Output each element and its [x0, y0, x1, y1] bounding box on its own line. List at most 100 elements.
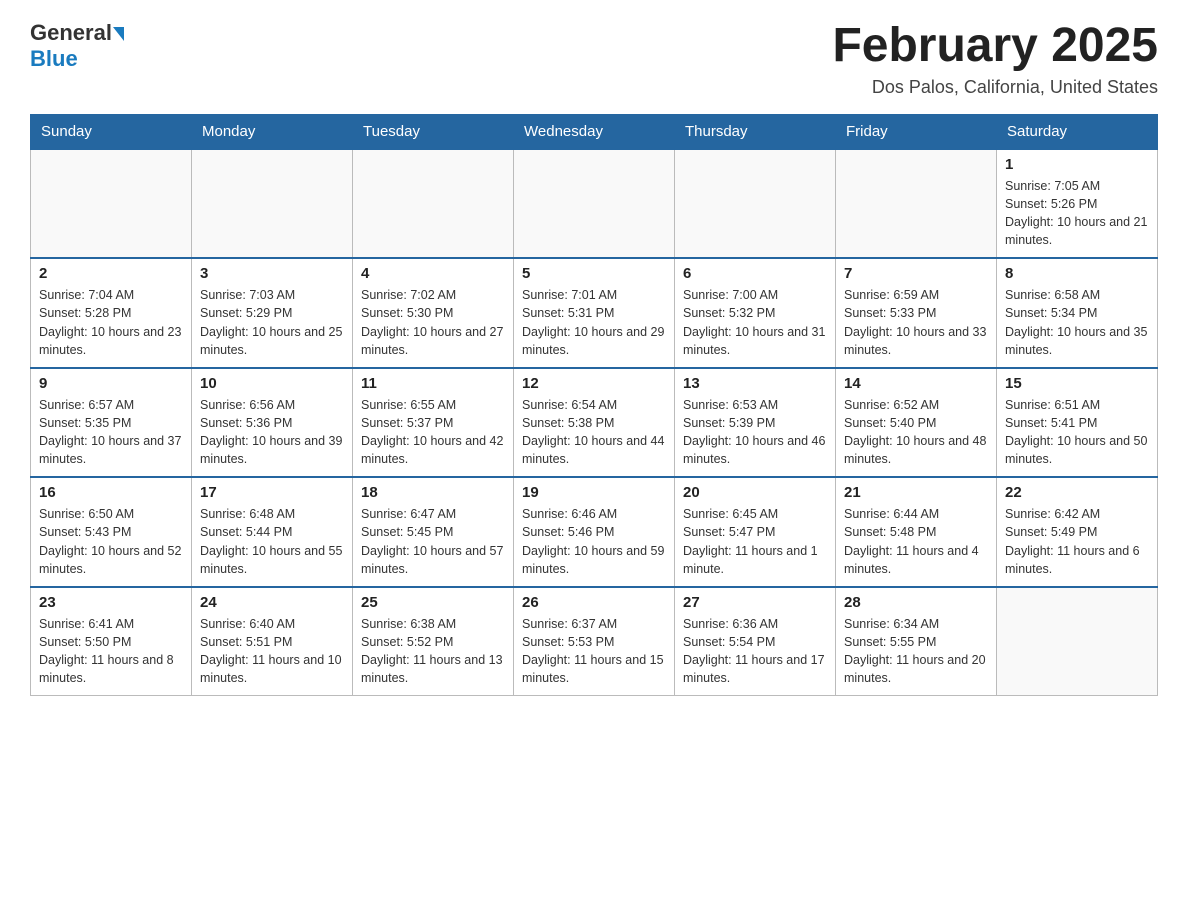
calendar-cell: [675, 149, 836, 259]
calendar-cell: 28 Sunrise: 6:34 AM Sunset: 5:55 PM Dayli…: [836, 587, 997, 696]
day-info: Sunrise: 6:59 AM Sunset: 5:33 PM Dayligh…: [844, 286, 988, 359]
day-number: 20: [683, 484, 827, 501]
calendar-week-row: 23Sunrise: 6:41 AM Sunset: 5:50 PM Dayli…: [31, 587, 1158, 696]
calendar-cell: 8 Sunrise: 6:58 AM Sunset: 5:34 PM Daylig…: [997, 258, 1158, 368]
day-number: 12: [522, 375, 666, 392]
day-info: Sunrise: 6:46 AM Sunset: 5:46 PM Dayligh…: [522, 505, 666, 578]
calendar-week-row: 2 Sunrise: 7:04 AM Sunset: 5:28 PM Daylig…: [31, 258, 1158, 368]
calendar-cell: 3 Sunrise: 7:03 AM Sunset: 5:29 PM Daylig…: [192, 258, 353, 368]
calendar-cell: 22 Sunrise: 6:42 AM Sunset: 5:49 PM Dayli…: [997, 477, 1158, 587]
day-info: Sunrise: 6:40 AM Sunset: 5:51 PM Dayligh…: [200, 615, 344, 688]
day-number: 3: [200, 265, 344, 282]
calendar-cell: 25 Sunrise: 6:38 AM Sunset: 5:52 PM Dayli…: [353, 587, 514, 696]
logo-triangle-icon: [113, 27, 124, 41]
day-info: Sunrise: 7:05 AM Sunset: 5:26 PM Dayligh…: [1005, 177, 1149, 250]
calendar-table: SundayMondayTuesdayWednesdayThursdayFrid…: [30, 114, 1158, 697]
calendar-cell: 9 Sunrise: 6:57 AM Sunset: 5:35 PM Daylig…: [31, 368, 192, 478]
day-info: Sunrise: 7:01 AM Sunset: 5:31 PM Dayligh…: [522, 286, 666, 359]
day-info: Sunrise: 6:45 AM Sunset: 5:47 PM Dayligh…: [683, 505, 827, 578]
day-number: 21: [844, 484, 988, 501]
day-info: Sunrise: 6:34 AM Sunset: 5:55 PM Dayligh…: [844, 615, 988, 688]
weekday-header: Thursday: [675, 114, 836, 149]
logo-general-text: General: [30, 20, 112, 46]
day-number: 28: [844, 594, 988, 611]
day-number: 19: [522, 484, 666, 501]
day-info: Sunrise: 6:44 AM Sunset: 5:48 PM Dayligh…: [844, 505, 988, 578]
calendar-week-row: 9 Sunrise: 6:57 AM Sunset: 5:35 PM Daylig…: [31, 368, 1158, 478]
day-info: Sunrise: 6:38 AM Sunset: 5:52 PM Dayligh…: [361, 615, 505, 688]
day-number: 8: [1005, 265, 1149, 282]
calendar-cell: 2 Sunrise: 7:04 AM Sunset: 5:28 PM Daylig…: [31, 258, 192, 368]
day-info: Sunrise: 7:00 AM Sunset: 5:32 PM Dayligh…: [683, 286, 827, 359]
day-number: 18: [361, 484, 505, 501]
day-info: Sunrise: 6:52 AM Sunset: 5:40 PM Dayligh…: [844, 396, 988, 469]
title-block: February 2025 Dos Palos, California, Uni…: [832, 20, 1158, 98]
day-number: 7: [844, 265, 988, 282]
day-info: Sunrise: 7:03 AM Sunset: 5:29 PM Dayligh…: [200, 286, 344, 359]
calendar-cell: 24Sunrise: 6:40 AM Sunset: 5:51 PM Dayli…: [192, 587, 353, 696]
day-info: Sunrise: 6:42 AM Sunset: 5:49 PM Dayligh…: [1005, 505, 1149, 578]
calendar-cell: 10Sunrise: 6:56 AM Sunset: 5:36 PM Dayli…: [192, 368, 353, 478]
calendar-cell: 18 Sunrise: 6:47 AM Sunset: 5:45 PM Dayli…: [353, 477, 514, 587]
day-info: Sunrise: 6:57 AM Sunset: 5:35 PM Dayligh…: [39, 396, 183, 469]
day-number: 2: [39, 265, 183, 282]
weekday-header: Saturday: [997, 114, 1158, 149]
calendar-cell: [997, 587, 1158, 696]
day-number: 25: [361, 594, 505, 611]
day-info: Sunrise: 6:47 AM Sunset: 5:45 PM Dayligh…: [361, 505, 505, 578]
calendar-cell: [31, 149, 192, 259]
calendar-cell: [514, 149, 675, 259]
day-number: 9: [39, 375, 183, 392]
day-number: 4: [361, 265, 505, 282]
calendar-cell: [836, 149, 997, 259]
calendar-cell: 20 Sunrise: 6:45 AM Sunset: 5:47 PM Dayli…: [675, 477, 836, 587]
day-info: Sunrise: 6:56 AM Sunset: 5:36 PM Dayligh…: [200, 396, 344, 469]
calendar-cell: 13 Sunrise: 6:53 AM Sunset: 5:39 PM Dayli…: [675, 368, 836, 478]
day-info: Sunrise: 6:48 AM Sunset: 5:44 PM Dayligh…: [200, 505, 344, 578]
calendar-cell: 14 Sunrise: 6:52 AM Sunset: 5:40 PM Dayli…: [836, 368, 997, 478]
day-info: Sunrise: 6:37 AM Sunset: 5:53 PM Dayligh…: [522, 615, 666, 688]
calendar-cell: 26Sunrise: 6:37 AM Sunset: 5:53 PM Dayli…: [514, 587, 675, 696]
weekday-header: Friday: [836, 114, 997, 149]
day-number: 5: [522, 265, 666, 282]
calendar-week-row: 16 Sunrise: 6:50 AM Sunset: 5:43 PM Dayli…: [31, 477, 1158, 587]
page-header: General Blue February 2025 Dos Palos, Ca…: [30, 20, 1158, 98]
day-info: Sunrise: 6:55 AM Sunset: 5:37 PM Dayligh…: [361, 396, 505, 469]
day-info: Sunrise: 6:50 AM Sunset: 5:43 PM Dayligh…: [39, 505, 183, 578]
day-info: Sunrise: 7:02 AM Sunset: 5:30 PM Dayligh…: [361, 286, 505, 359]
day-number: 17: [200, 484, 344, 501]
location-text: Dos Palos, California, United States: [832, 77, 1158, 98]
calendar-cell: 5 Sunrise: 7:01 AM Sunset: 5:31 PM Daylig…: [514, 258, 675, 368]
calendar-cell: 7 Sunrise: 6:59 AM Sunset: 5:33 PM Daylig…: [836, 258, 997, 368]
calendar-cell: 21 Sunrise: 6:44 AM Sunset: 5:48 PM Dayli…: [836, 477, 997, 587]
day-number: 27: [683, 594, 827, 611]
calendar-week-row: 1 Sunrise: 7:05 AM Sunset: 5:26 PM Daylig…: [31, 149, 1158, 259]
day-info: Sunrise: 7:04 AM Sunset: 5:28 PM Dayligh…: [39, 286, 183, 359]
calendar-cell: 16 Sunrise: 6:50 AM Sunset: 5:43 PM Dayli…: [31, 477, 192, 587]
day-info: Sunrise: 6:54 AM Sunset: 5:38 PM Dayligh…: [522, 396, 666, 469]
calendar-cell: 17 Sunrise: 6:48 AM Sunset: 5:44 PM Dayli…: [192, 477, 353, 587]
logo-blue-text: Blue: [30, 46, 78, 71]
day-number: 6: [683, 265, 827, 282]
day-number: 1: [1005, 156, 1149, 173]
weekday-header: Monday: [192, 114, 353, 149]
day-number: 16: [39, 484, 183, 501]
calendar-cell: 27 Sunrise: 6:36 AM Sunset: 5:54 PM Dayli…: [675, 587, 836, 696]
calendar-cell: 11Sunrise: 6:55 AM Sunset: 5:37 PM Dayli…: [353, 368, 514, 478]
weekday-header: Tuesday: [353, 114, 514, 149]
day-info: Sunrise: 6:53 AM Sunset: 5:39 PM Dayligh…: [683, 396, 827, 469]
day-number: 15: [1005, 375, 1149, 392]
month-title: February 2025: [832, 20, 1158, 73]
calendar-cell: 1 Sunrise: 7:05 AM Sunset: 5:26 PM Daylig…: [997, 149, 1158, 259]
calendar-cell: 12 Sunrise: 6:54 AM Sunset: 5:38 PM Dayli…: [514, 368, 675, 478]
calendar-cell: [353, 149, 514, 259]
logo: General Blue: [30, 20, 124, 72]
day-info: Sunrise: 6:58 AM Sunset: 5:34 PM Dayligh…: [1005, 286, 1149, 359]
day-number: 13: [683, 375, 827, 392]
weekday-header: Sunday: [31, 114, 192, 149]
day-info: Sunrise: 6:36 AM Sunset: 5:54 PM Dayligh…: [683, 615, 827, 688]
calendar-cell: [192, 149, 353, 259]
day-number: 22: [1005, 484, 1149, 501]
day-number: 14: [844, 375, 988, 392]
day-info: Sunrise: 6:51 AM Sunset: 5:41 PM Dayligh…: [1005, 396, 1149, 469]
